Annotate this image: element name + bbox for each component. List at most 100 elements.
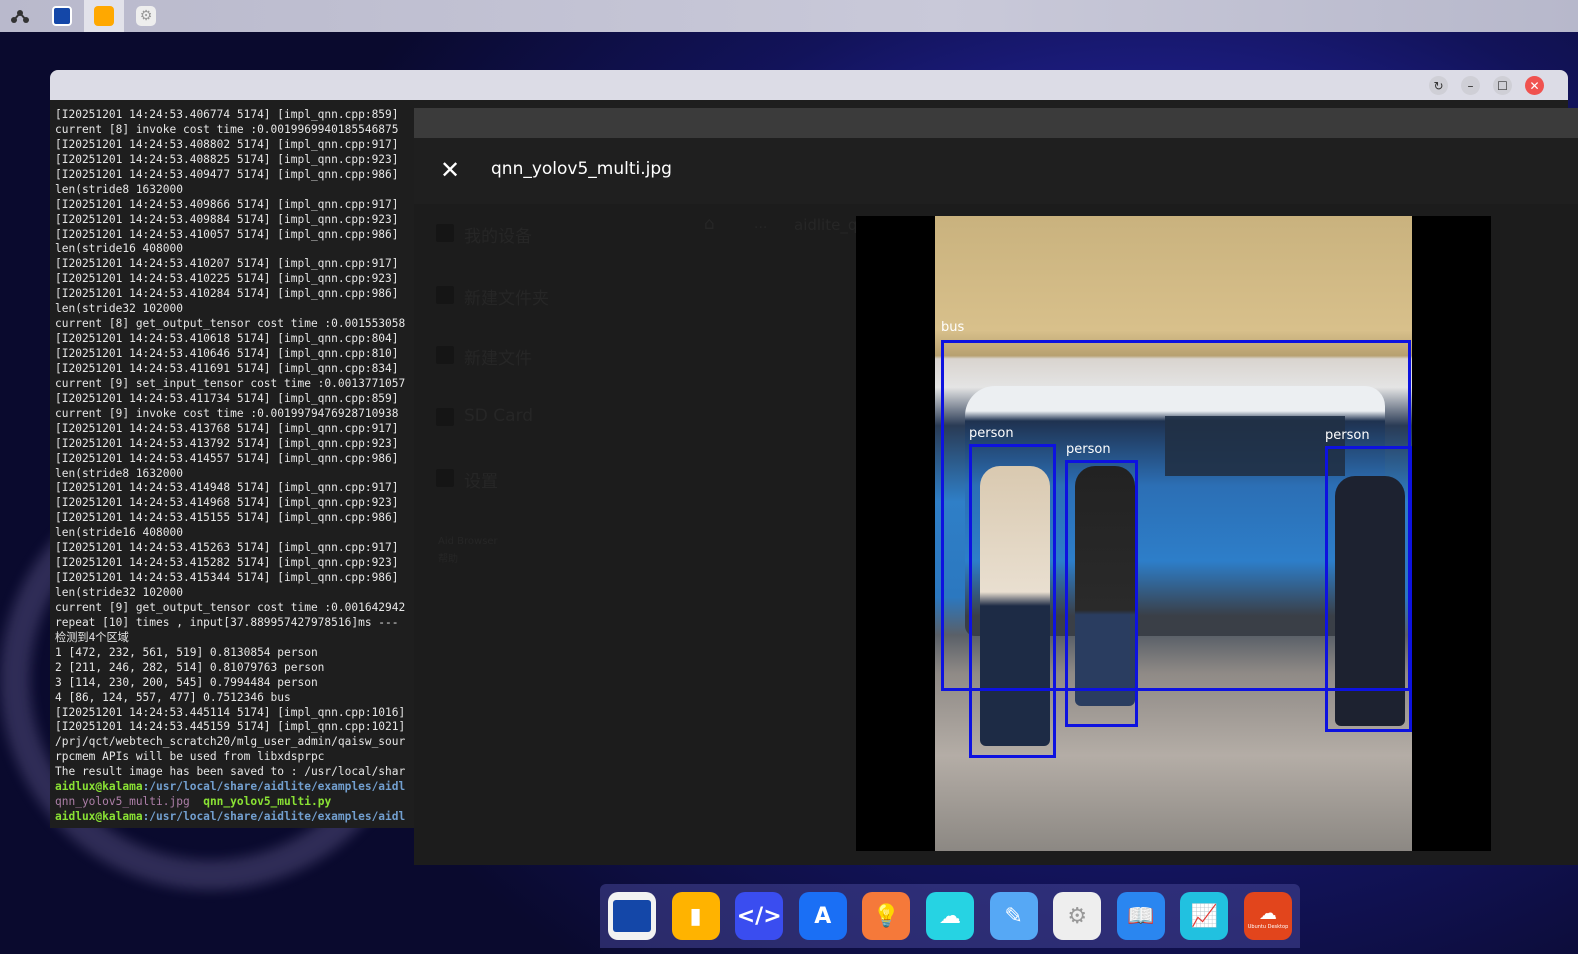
terminal-line: The result image has been saved to : /us… xyxy=(55,765,406,779)
monitor-icon[interactable]: 📈 xyxy=(1180,892,1229,940)
ubuntu-desktop-icon[interactable]: ☁ Ubuntu Desktop xyxy=(1244,892,1292,940)
dock-label: Ubuntu Desktop xyxy=(1247,923,1289,930)
folder-icon xyxy=(436,224,454,242)
terminal-line: [I20251201 14:24:53.415282 5174] [impl_q… xyxy=(55,556,399,570)
cloud-logo: ☁ xyxy=(1259,902,1277,924)
file-jpg: qnn_yolov5_multi.jpg xyxy=(55,795,190,809)
terminal-line: [I20251201 14:24:53.410225 5174] [impl_q… xyxy=(55,272,399,286)
lightbulb-icon[interactable]: 💡 xyxy=(862,892,911,940)
terminal-line: [I20251201 14:24:53.410284 5174] [impl_q… xyxy=(55,287,399,301)
sidebar-sd-card: SD Card xyxy=(464,406,534,426)
terminal-icon xyxy=(52,6,72,26)
breadcrumb-current: aidlite_qi xyxy=(794,216,862,234)
person-label: person xyxy=(1325,428,1370,443)
terminal-line: 1 [472, 232, 561, 519] 0.8130854 person xyxy=(55,645,318,659)
settings-icon: ⚙ xyxy=(136,6,156,26)
sd-card-icon xyxy=(436,408,454,426)
terminal-line: [I20251201 14:24:53.406774 5174] [impl_q… xyxy=(55,108,399,121)
terminal-prompt: aidlux@kalama:/usr/local/share/aidlite/e… xyxy=(55,780,413,795)
prompt-path: :/usr/local/share/aidlite/examples/aidl xyxy=(142,810,406,824)
maximize-button[interactable]: ☐ xyxy=(1493,76,1512,95)
ls-output: qnn_yolov5_multi.jpg qnn_yolov5_multi.py xyxy=(55,795,413,810)
app-dock: ▮ </> A 💡 ☁ ✎ ⚙ 📖 📈 ☁ Ubuntu Desktop xyxy=(600,884,1300,948)
refresh-button[interactable]: ↻ xyxy=(1429,76,1448,95)
terminal-titlebar[interactable]: ↻ – ☐ ✕ xyxy=(50,70,1568,100)
docs-book-icon[interactable]: 📖 xyxy=(1116,892,1165,940)
viewer-header: ✕ qnn_yolov5_multi.jpg xyxy=(414,138,1578,204)
new-folder-icon xyxy=(436,286,454,304)
terminal-line: len(stride32 102000 xyxy=(55,586,183,599)
new-file-icon xyxy=(436,346,454,364)
top-taskbar: ⚙ xyxy=(0,0,1578,32)
home-icon: ⌂ xyxy=(704,214,715,234)
prompt-path: :/usr/local/share/aidlite/examples/aidl xyxy=(142,780,406,794)
file-py: qnn_yolov5_multi.py xyxy=(203,795,332,809)
person-bounding-box xyxy=(1065,460,1138,727)
terminal-line: current [9] get_output_tensor cost time … xyxy=(55,600,406,614)
terminal-line: len(stride32 102000 xyxy=(55,302,183,316)
person-bounding-box xyxy=(1325,446,1412,732)
terminal-line: [I20251201 14:24:53.410057 5174] [impl_q… xyxy=(55,227,399,241)
system-settings-icon[interactable]: ⚙ xyxy=(1053,892,1102,940)
terminal-line: [I20251201 14:24:53.410207 5174] [impl_q… xyxy=(55,257,399,271)
terminal-line: 4 [86, 124, 557, 477] 0.7512346 bus xyxy=(55,690,291,704)
viewer-top-strip xyxy=(414,108,1578,138)
terminal-line: repeat [10] times , input[37.88995742797… xyxy=(55,615,399,629)
close-button[interactable]: ✕ xyxy=(1525,76,1544,95)
terminal-line: [I20251201 14:24:53.415155 5174] [impl_q… xyxy=(55,511,399,525)
aid-browser-label: Aid Browser xyxy=(438,536,498,547)
terminal-line: [I20251201 14:24:53.409884 5174] [impl_q… xyxy=(55,212,399,226)
terminal-line: [I20251201 14:24:53.409866 5174] [impl_q… xyxy=(55,197,399,211)
taskbar-settings[interactable]: ⚙ xyxy=(126,0,166,32)
minimize-button[interactable]: – xyxy=(1461,76,1480,95)
terminal-line: 2 [211, 246, 282, 514] 0.81079763 person xyxy=(55,660,325,674)
gear-icon xyxy=(436,469,454,487)
help-label: 帮助 xyxy=(438,554,458,565)
terminal-line: len(stride8 1632000 xyxy=(55,182,183,196)
terminal-line: current [9] set_input_tensor cost time :… xyxy=(55,376,406,390)
terminal-output[interactable]: [I20251201 14:24:53.406774 5174] [impl_q… xyxy=(55,108,413,825)
terminal-line: [I20251201 14:24:53.415344 5174] [impl_q… xyxy=(55,571,399,585)
terminal-line: 检测到4个区域 xyxy=(55,630,129,644)
app-store-icon[interactable]: A xyxy=(798,892,847,940)
terminal-line: [I20251201 14:24:53.410646 5174] [impl_q… xyxy=(55,347,399,360)
terminal-line: [I20251201 14:24:53.413792 5174] [impl_q… xyxy=(55,436,399,450)
terminal-line: current [8] get_output_tensor cost time … xyxy=(55,317,406,331)
terminal-icon[interactable] xyxy=(608,892,656,940)
taskbar-terminal[interactable] xyxy=(42,0,82,32)
tools-icon[interactable]: ✎ xyxy=(989,892,1038,940)
person-bounding-box xyxy=(969,444,1056,758)
terminal-line: [I20251201 14:24:53.415263 5174] [impl_q… xyxy=(55,541,399,555)
bus-label: bus xyxy=(941,320,965,335)
breadcrumb-ellipsis: ... xyxy=(754,216,768,232)
code-editor-icon[interactable]: </> xyxy=(735,892,784,940)
terminal-line: len(stride16 408000 xyxy=(55,242,183,256)
terminal-line: len(stride8 1632000 xyxy=(55,466,183,480)
detection-result-photo: bus person person person xyxy=(935,216,1412,851)
sidebar-new-folder: 新建文件夹 xyxy=(464,289,549,309)
prompt-user: aidlux@kalama xyxy=(55,810,143,824)
terminal-line: [I20251201 14:24:53.410618 5174] [impl_q… xyxy=(55,332,399,346)
terminal-line: current [8] invoke cost time :0.00199699… xyxy=(55,122,399,136)
terminal-line: [I20251201 14:24:53.408802 5174] [impl_q… xyxy=(55,137,399,151)
files-icon[interactable]: ▮ xyxy=(671,892,720,940)
cloud-icon[interactable]: ☁ xyxy=(926,892,974,940)
person-label: person xyxy=(969,426,1014,441)
files-icon xyxy=(94,6,114,26)
close-viewer-button[interactable]: ✕ xyxy=(440,158,460,182)
terminal-line: [I20251201 14:24:53.411734 5174] [impl_q… xyxy=(55,391,399,405)
terminal-line: [I20251201 14:24:53.445159 5174] [impl_q… xyxy=(55,720,406,734)
aidlux-logo-icon[interactable] xyxy=(0,0,40,32)
image-canvas: bus person person person xyxy=(856,216,1491,851)
terminal-line: [I20251201 14:24:53.413768 5174] [impl_q… xyxy=(55,421,399,435)
terminal-line: [I20251201 14:24:53.411691 5174] [impl_q… xyxy=(55,361,399,375)
terminal-line: [I20251201 14:24:53.414968 5174] [impl_q… xyxy=(55,496,399,510)
terminal-prompt: aidlux@kalama:/usr/local/share/aidlite/e… xyxy=(55,810,413,825)
terminal-line: [I20251201 14:24:53.409477 5174] [impl_q… xyxy=(55,167,399,181)
terminal-line: [I20251201 14:24:53.414557 5174] [impl_q… xyxy=(55,451,399,465)
sidebar-new-file: 新建文件 xyxy=(464,349,532,369)
taskbar-files[interactable] xyxy=(84,0,124,32)
viewer-title: qnn_yolov5_multi.jpg xyxy=(491,159,672,179)
sidebar-my-device: 我的设备 xyxy=(464,227,532,247)
terminal-line: rpcmem APIs will be used from libxdsprpc xyxy=(55,750,325,764)
